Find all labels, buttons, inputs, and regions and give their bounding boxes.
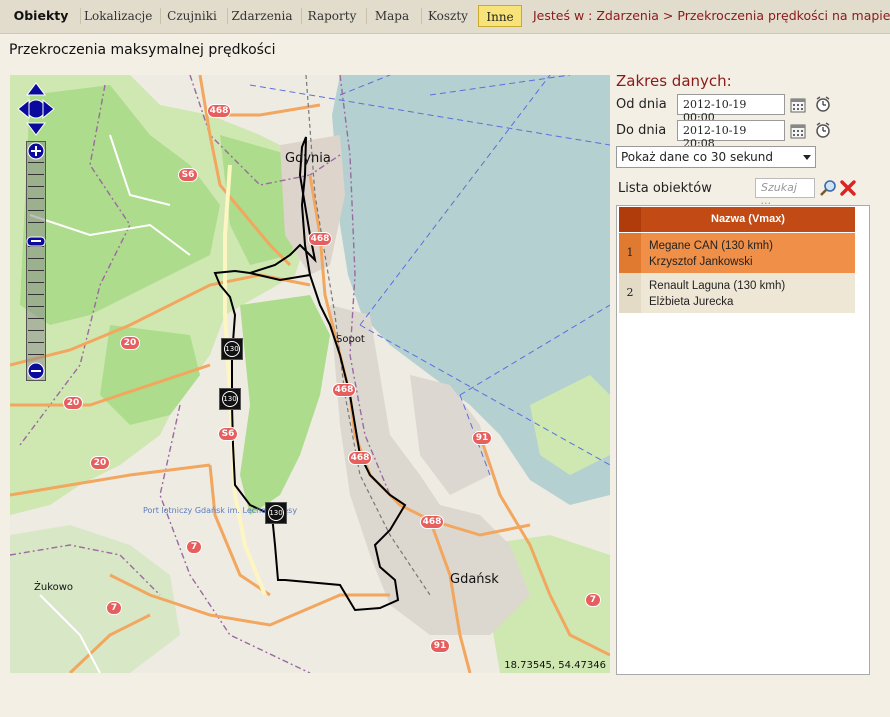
interval-select[interactable]: Pokaż dane co 30 sekund [616, 146, 816, 168]
clock-icon[interactable] [815, 122, 831, 138]
list-item-vehicle: Renault Laguna (130 kmh) [649, 280, 786, 292]
road-shield: S6 [218, 427, 238, 441]
calendar-icon[interactable] [790, 97, 806, 113]
tab-divider [227, 8, 228, 24]
speed-marker[interactable]: 130 [219, 388, 241, 410]
top-navigation: Obiekty Lokalizacje Czujniki Zdarzenia R… [0, 0, 890, 34]
tab-czujniki[interactable]: Czujniki [164, 5, 220, 27]
tab-divider [421, 8, 422, 24]
tab-lokalizacje[interactable]: Lokalizacje [84, 5, 152, 27]
list-item-driver: Krzysztof Jankowski [649, 256, 753, 268]
road-shield: 20 [63, 396, 83, 410]
list-item-text: Renault Laguna (130 kmh) Elżbieta Jureck… [649, 278, 785, 310]
road-shield: S6 [178, 168, 198, 182]
list-item[interactable]: 1 Megane CAN (130 kmh) Krzysztof Jankows… [619, 233, 855, 273]
road-shield: 20 [120, 336, 140, 350]
interval-select-value: Pokaż dane co 30 sekund [621, 150, 774, 164]
list-item-driver: Elżbieta Jurecka [649, 296, 734, 308]
object-list: Nazwa (Vmax) 1 Megane CAN (130 kmh) Krzy… [616, 205, 870, 675]
road-shield: 468 [332, 383, 356, 397]
from-label: Od dnia [616, 97, 667, 112]
list-header-num [619, 207, 641, 232]
tab-divider [80, 8, 81, 24]
tab-koszty[interactable]: Koszty [425, 5, 471, 27]
pan-control[interactable] [16, 81, 56, 137]
tab-divider [301, 8, 302, 24]
clock-icon[interactable] [815, 96, 831, 112]
coordinate-readout: 18.73545, 54.47346 [504, 660, 606, 671]
to-label: Do dnia [616, 123, 667, 138]
speed-marker-label: 130 [224, 341, 240, 357]
pan-up-icon [26, 82, 46, 96]
tab-divider [366, 8, 367, 24]
list-header: Nazwa (Vmax) [619, 207, 855, 232]
page-title: Przekroczenia maksymalnej prędkości [9, 42, 276, 58]
chevron-down-icon [803, 155, 811, 160]
list-item-number: 2 [619, 273, 641, 313]
object-list-label: Lista obiektów [618, 181, 712, 196]
road-shield: 7 [585, 593, 601, 607]
clear-icon[interactable] [839, 179, 857, 197]
list-header-name[interactable]: Nazwa (Vmax) [641, 207, 855, 232]
pan-right-icon [42, 98, 55, 120]
place-label-zukowo: Żukowo [34, 582, 74, 593]
road-shield: 468 [348, 451, 372, 465]
map-view[interactable]: 468 S6 468 20 20 20 S6 468 91 468 468 7 … [10, 75, 610, 673]
road-shield: 7 [186, 540, 202, 554]
place-label-gdynia: Gdynia [285, 151, 331, 166]
place-label-sopot: Sopot [336, 334, 365, 345]
speed-marker-label: 130 [268, 505, 284, 521]
list-item-vehicle: Megane CAN (130 kmh) [649, 240, 773, 252]
road-shield: 468 [308, 232, 332, 246]
from-date-input[interactable]: 2012-10-19 00:00 [677, 94, 785, 124]
to-date-input[interactable]: 2012-10-19 20:08 [677, 120, 785, 150]
search-input[interactable]: Szukaj ... [755, 178, 815, 207]
tab-divider [160, 8, 161, 24]
tab-inne[interactable]: Inne [478, 5, 522, 27]
road-shield: 7 [106, 601, 122, 615]
tab-zdarzenia[interactable]: Zdarzenia [231, 5, 293, 27]
list-item-text: Megane CAN (130 kmh) Krzysztof Jankowski [649, 238, 773, 270]
speed-marker[interactable]: 130 [221, 338, 243, 360]
pan-left-icon [17, 98, 30, 120]
tab-mapa[interactable]: Mapa [370, 5, 414, 27]
speed-marker[interactable]: 130 [265, 502, 287, 524]
speed-marker-label: 130 [222, 391, 238, 407]
search-icon[interactable] [819, 179, 837, 197]
road-shield: 468 [420, 515, 444, 529]
place-label-gdansk: Gdańsk [450, 572, 499, 587]
list-item-number: 1 [619, 233, 641, 273]
list-item[interactable]: 2 Renault Laguna (130 kmh) Elżbieta Jure… [619, 273, 855, 313]
zoom-buttons [26, 142, 46, 380]
tab-raporty[interactable]: Raporty [305, 5, 359, 27]
road-shield: 91 [472, 431, 492, 445]
pan-down-icon [26, 122, 46, 136]
calendar-icon[interactable] [790, 123, 806, 139]
tab-obiekty[interactable]: Obiekty [8, 5, 74, 27]
breadcrumb: Jesteś w : Zdarzenia > Przekroczenia prę… [533, 8, 890, 23]
road-shield: 91 [430, 639, 450, 653]
range-title: Zakres danych: [616, 72, 732, 90]
road-shield: 20 [90, 456, 110, 470]
road-shield: 468 [207, 104, 231, 118]
